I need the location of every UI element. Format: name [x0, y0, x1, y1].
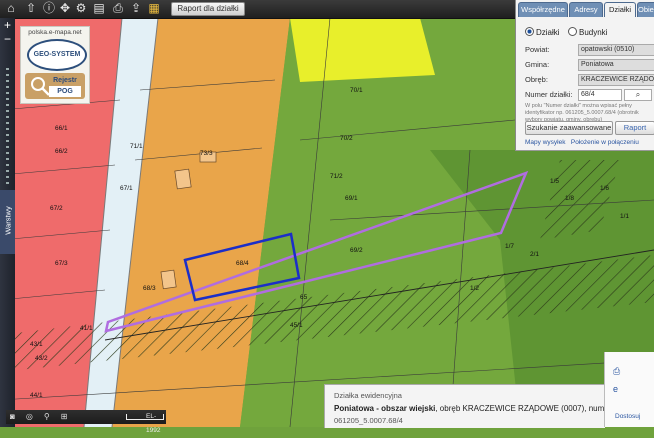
- radio-unchecked-icon: [568, 27, 577, 36]
- link-map-send[interactable]: Mapy wysyłek: [525, 139, 565, 146]
- parcel-label: 2/1: [530, 251, 539, 258]
- parcel-label: 69/1: [345, 195, 358, 202]
- pog-badge-label: Rejestr POG: [49, 75, 81, 97]
- parcel-label: 67/1: [120, 185, 133, 192]
- layers-tab[interactable]: Warstwy: [0, 190, 15, 254]
- parcel-label: 66/2: [55, 148, 68, 155]
- field-label-precinct: Obręb:: [525, 75, 548, 84]
- adjust-link[interactable]: Dostosuj: [615, 413, 640, 420]
- info-title: Działka ewidencyjna: [334, 391, 402, 400]
- parcel-label: 67/2: [50, 205, 63, 212]
- parcel-label: 66/1: [55, 125, 68, 132]
- locate-icon[interactable]: ◎: [26, 412, 44, 421]
- logo-brand: GEO-SYSTEM: [27, 39, 87, 71]
- radio-buildings[interactable]: Budynki: [568, 27, 607, 37]
- field-label-county: Powiat:: [525, 45, 550, 54]
- commune-select[interactable]: Poniatowa: [578, 59, 654, 71]
- tab-objects[interactable]: Obiekty: [637, 2, 654, 17]
- parcel-number-input[interactable]: 68/4: [578, 89, 622, 101]
- parcel-label: 70/2: [340, 135, 353, 142]
- grid-icon[interactable]: ▦: [147, 1, 161, 15]
- parcel-label: 67/3: [55, 260, 68, 267]
- geo-system-logo[interactable]: polska.e-mapa.net GEO-SYSTEM Rejestr POG: [20, 26, 90, 104]
- parcel-label: 1/5: [550, 178, 559, 185]
- scale-bar: ◙◎⚲⊞ EL-1992: [6, 410, 166, 434]
- report-button[interactable]: Raport: [615, 121, 654, 135]
- info-icon[interactable]: ⓘ: [42, 1, 56, 15]
- field-label-commune: Gmina:: [525, 60, 550, 69]
- county-select[interactable]: opatowski (0510): [578, 44, 654, 56]
- yellow-zone: [290, 18, 435, 82]
- settings-icon[interactable]: ⚙: [74, 1, 88, 15]
- print-icon[interactable]: ⎙: [111, 1, 125, 15]
- zoom-in-icon[interactable]: +: [2, 19, 13, 31]
- zoom-slider[interactable]: [6, 68, 9, 188]
- parcel-label: 73/3: [200, 150, 213, 157]
- tab-addresses[interactable]: Adresy: [569, 2, 603, 17]
- building: [174, 168, 192, 190]
- precinct-select[interactable]: KRACZEWICE RZĄDOWE: [578, 74, 654, 86]
- layers-tab-label: Warstwy: [3, 206, 13, 235]
- parcel-label: 1/7: [505, 243, 514, 250]
- search-panel: Współrzędne Adresy Działki Obiekty Dział…: [515, 0, 654, 151]
- panel-links: Mapy wysyłek Położenie w połączeniu: [525, 139, 639, 146]
- magnifier-icon: [31, 77, 50, 96]
- parcel-label: 44/1: [30, 392, 43, 399]
- side-tools: ⎙ e Dostosuj: [604, 352, 654, 427]
- radio-checked-icon: [525, 27, 534, 36]
- report-parcel-button[interactable]: Raport dla działki: [171, 2, 245, 16]
- pog-badge[interactable]: Rejestr POG: [25, 73, 85, 99]
- print-icon[interactable]: ⎙: [613, 366, 620, 377]
- tab-coordinates[interactable]: Współrzędne: [518, 2, 568, 17]
- parcel-label: 1/1: [620, 213, 629, 220]
- parcel-label: 68/4: [236, 260, 249, 267]
- link-icon[interactable]: ⚲: [44, 412, 61, 421]
- ruler-icon[interactable]: ⊞: [61, 412, 79, 421]
- parcel-label: 1/2: [470, 285, 479, 292]
- parcel-label: 43/1: [30, 341, 43, 348]
- parcel-label: 65: [300, 294, 308, 301]
- left-sidebar: + − Warstwy: [0, 18, 15, 427]
- camera-icon[interactable]: ◙: [10, 412, 26, 421]
- info-identifier: 061205_5.0007.68/4: [334, 416, 403, 425]
- scale-tools: ◙◎⚲⊞: [10, 410, 78, 424]
- tab-parcels[interactable]: Działki: [604, 2, 636, 17]
- parcel-label: 41/1: [80, 325, 93, 332]
- field-label-parcel-number: Numer działki:: [525, 90, 573, 99]
- zoom-out-icon[interactable]: −: [2, 33, 13, 45]
- parcel-label: 71/1: [130, 143, 143, 150]
- pan-icon[interactable]: ✥: [58, 1, 72, 15]
- parcel-label: 69/2: [350, 247, 363, 254]
- logo-url: polska.e-mapa.net: [28, 29, 82, 36]
- link-location[interactable]: Położenie w połączeniu: [571, 139, 639, 146]
- building: [160, 269, 177, 290]
- radio-parcels[interactable]: Działki: [525, 27, 560, 37]
- share-icon[interactable]: ⇪: [129, 1, 143, 15]
- parcel-label: 43/2: [35, 355, 48, 362]
- search-icon[interactable]: ⌕: [624, 89, 652, 101]
- parcel-label: 1/6: [600, 185, 609, 192]
- ie-icon[interactable]: e: [613, 384, 618, 394]
- layers-icon[interactable]: ▤: [92, 1, 106, 15]
- parcel-label: 70/1: [350, 87, 363, 94]
- parcel-label: 45/1: [290, 322, 303, 329]
- parcel-label: 71/2: [330, 173, 343, 180]
- arrow-up-icon[interactable]: ⇧: [24, 1, 38, 15]
- home-icon[interactable]: ⌂: [4, 1, 18, 15]
- scale-label: EL-1992: [146, 413, 161, 434]
- parcel-label: 1/8: [565, 195, 574, 202]
- advanced-search-button[interactable]: Szukanie zaawansowane: [525, 121, 613, 135]
- parcel-info-box: Działka ewidencyjna Poniatowa - obszar w…: [324, 384, 654, 428]
- parcel-label: 68/3: [143, 285, 156, 292]
